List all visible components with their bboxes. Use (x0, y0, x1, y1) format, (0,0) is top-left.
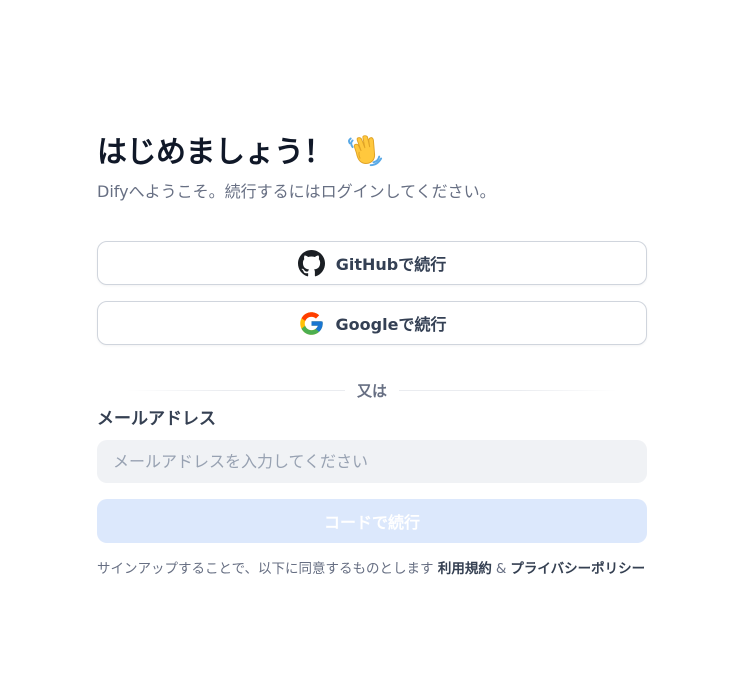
login-page: はじめましょう！ Difyへようこそ。続行するにはログインしてください。 Git… (0, 0, 734, 673)
or-divider: 又は (97, 378, 647, 402)
terms-ampersand: & (495, 561, 507, 577)
continue-with-code-button[interactable]: コードで続行 (97, 499, 647, 543)
google-login-label: Googleで続行 (335, 315, 447, 334)
github-icon (298, 249, 326, 277)
title-row: はじめましょう！ (97, 126, 647, 172)
login-card: はじめましょう！ Difyへようこそ。続行するにはログインしてください。 Git… (97, 126, 647, 579)
github-login-label: GitHubで続行 (335, 255, 447, 274)
privacy-policy-link[interactable]: プライバシーポリシー (510, 561, 645, 577)
terms-notice: サインアップすることで、以下に同意するものとします 利用規約 & プライバシーポリシ… (97, 559, 647, 579)
terms-prefix: サインアップすることで、以下に同意するものとします (97, 561, 434, 577)
terms-of-service-link[interactable]: 利用規約 (438, 561, 492, 577)
waving-hand-icon (345, 130, 383, 168)
github-login-button[interactable]: GitHubで続行 (97, 241, 647, 285)
google-icon (298, 309, 326, 337)
email-field[interactable] (97, 440, 647, 483)
divider-text: 又は (344, 379, 399, 401)
page-subtitle: Difyへようこそ。続行するにはログインしてください。 (97, 182, 496, 201)
email-label: メールアドレス (97, 409, 216, 429)
google-login-button[interactable]: Googleで続行 (97, 301, 647, 345)
page-title: はじめましょう！ (97, 135, 334, 170)
